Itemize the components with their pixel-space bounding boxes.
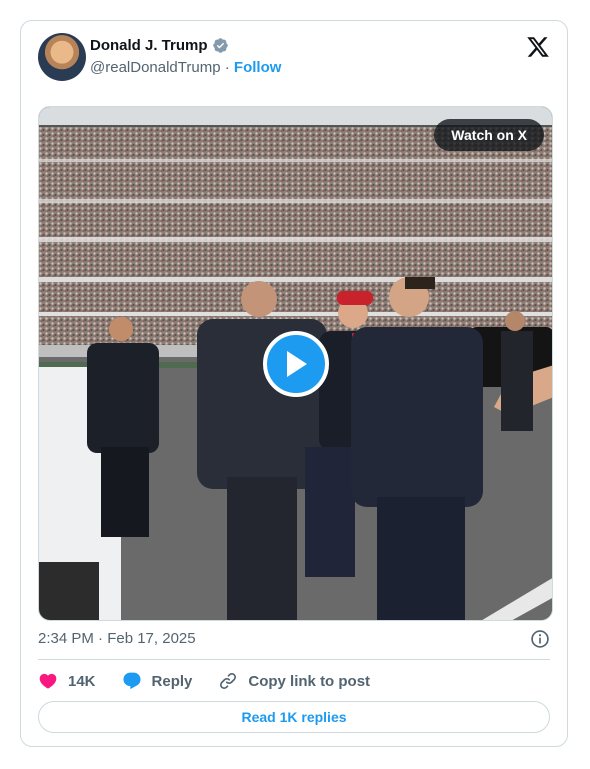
action-bar: 14K Reply Copy link to post bbox=[38, 671, 396, 691]
copy-link-label: Copy link to post bbox=[248, 672, 371, 690]
author-name[interactable]: Donald J. Trump bbox=[90, 37, 208, 54]
play-icon bbox=[287, 351, 307, 377]
like-button[interactable]: 14K bbox=[38, 671, 96, 691]
follow-button[interactable]: Follow bbox=[234, 59, 282, 76]
x-logo-icon[interactable] bbox=[526, 35, 550, 59]
reply-label: Reply bbox=[151, 672, 193, 690]
verified-badge-icon bbox=[212, 38, 228, 53]
play-button[interactable] bbox=[263, 331, 329, 397]
author-name-row: Donald J. Trump bbox=[90, 37, 229, 54]
author-handle[interactable]: @realDonaldTrump bbox=[90, 59, 221, 76]
info-icon[interactable] bbox=[530, 629, 550, 649]
link-icon bbox=[220, 672, 237, 690]
reply-button[interactable]: Reply bbox=[122, 671, 193, 691]
reply-bubble-icon bbox=[122, 672, 141, 690]
divider bbox=[38, 659, 550, 660]
author-handle-row: @realDonaldTrump · Follow bbox=[90, 59, 281, 76]
heart-icon bbox=[39, 673, 57, 689]
post-timestamp[interactable]: 2:34 PM · Feb 17, 2025 bbox=[38, 630, 196, 647]
author-avatar[interactable] bbox=[38, 33, 86, 81]
embedded-post-card: Donald J. Trump @realDonaldTrump · Follo… bbox=[20, 20, 568, 747]
separator-dot: · bbox=[224, 59, 230, 76]
watch-on-x-button[interactable]: Watch on X bbox=[434, 119, 544, 151]
like-count: 14K bbox=[68, 672, 96, 690]
read-replies-button[interactable]: Read 1K replies bbox=[38, 701, 550, 733]
video-player[interactable]: Watch on X bbox=[38, 106, 553, 621]
copy-link-button[interactable]: Copy link to post bbox=[218, 671, 370, 691]
